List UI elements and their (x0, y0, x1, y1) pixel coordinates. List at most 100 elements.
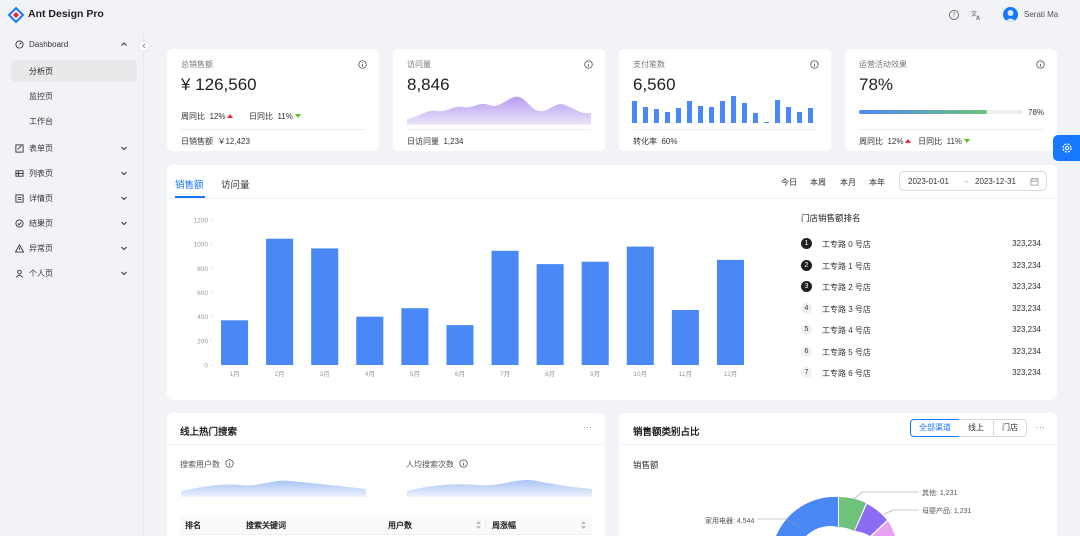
range-week[interactable]: 本周 (810, 177, 826, 188)
date-range-picker[interactable]: 2023-01-01 → 2023-12-31 (899, 171, 1047, 191)
bar[interactable] (581, 261, 609, 365)
info-icon[interactable] (1036, 60, 1045, 69)
ranking-title: 门店销售额排名 (801, 213, 861, 223)
bar[interactable] (626, 246, 654, 365)
more-icon[interactable]: ··· (1036, 422, 1045, 432)
sidebar-item-label: 表单页 (29, 143, 53, 153)
sidebar-item-analysis[interactable]: 分析页 (11, 60, 137, 82)
week-trend: 周同比 12% (181, 111, 234, 122)
brand-title[interactable]: Ant Design Pro (28, 8, 104, 20)
sales-bar-chart: 0 200 400 600 800 1000 1200 1月 2月 3月 4月 5月 6月 7月 8月 9月 1… (194, 218, 744, 378)
label-maternal: 母婴产品: 1,231 (922, 508, 972, 515)
svg-text:A: A (976, 15, 981, 21)
bar[interactable] (221, 320, 249, 365)
chevron-left-icon (142, 43, 146, 49)
info-icon[interactable] (459, 459, 468, 468)
sidebar-item-label: 异常页 (29, 243, 53, 253)
sidebar-item-profile[interactable]: 详情页 (11, 187, 137, 209)
user-name[interactable]: Serati Ma (1024, 10, 1058, 19)
metric-avg-label: 人均搜索次数 (406, 459, 468, 470)
rank-badge: 1 (801, 238, 812, 249)
divider (407, 129, 591, 130)
sidebar-item-dashboard[interactable]: Dashboard (11, 33, 137, 55)
bar[interactable] (716, 259, 744, 365)
info-icon[interactable] (225, 459, 234, 468)
sidebar-item-account[interactable]: 个人页 (11, 262, 137, 284)
stat-title: 总销售额 (181, 60, 213, 69)
trend-value: 11% (277, 112, 293, 121)
caret-up-icon (227, 114, 234, 118)
sidebar-item-list[interactable]: 列表页 (11, 162, 137, 184)
sidebar-item-monitor[interactable]: 监控页 (11, 85, 137, 107)
date-start[interactable]: 2023-01-01 (908, 177, 949, 186)
settings-drawer-button[interactable] (1053, 135, 1080, 161)
footer-label: 日访问量 (407, 137, 439, 146)
segment-all[interactable]: 全部渠道 (910, 419, 960, 437)
progress-fill (859, 110, 987, 114)
date-end[interactable]: 2023-12-31 (975, 177, 1016, 186)
info-icon[interactable] (358, 60, 367, 69)
bar[interactable] (446, 325, 474, 365)
check-circle-icon (14, 218, 24, 228)
trend-value: 12% (887, 137, 904, 146)
info-icon[interactable] (584, 60, 593, 69)
panel-title: 线上热门搜索 (180, 427, 238, 438)
bar[interactable] (356, 316, 384, 365)
ranking-item: 2 工专路 1 号店 323,234 (801, 259, 1041, 273)
table-icon (14, 168, 24, 178)
sidebar-item-label: Dashboard (29, 39, 69, 49)
metric-users-label: 搜索用户数 (180, 459, 234, 470)
profile-icon (14, 193, 24, 203)
more-icon[interactable]: ··· (583, 422, 592, 432)
hot-search-panel: 线上热门搜索 ··· 搜索用户数 人均搜索次数 排名 搜索关键词 用户数 周涨幅 (167, 413, 605, 536)
col-users[interactable]: 用户数 (388, 520, 412, 531)
chevron-down-icon (121, 246, 127, 251)
info-icon[interactable] (810, 60, 819, 69)
segment-online[interactable]: 线上 (959, 419, 994, 437)
divider (181, 129, 365, 130)
sort-icon[interactable] (475, 520, 482, 530)
payments-mini-bar-chart (632, 96, 813, 123)
x-tick-label: 7月 (500, 370, 510, 378)
segment-store[interactable]: 门店 (994, 419, 1027, 437)
calendar-icon (1030, 177, 1039, 186)
tab-sales[interactable]: 销售额 (175, 177, 204, 191)
bar[interactable] (536, 264, 564, 365)
trend-label: 日同比 (249, 112, 273, 121)
question-icon[interactable]: ? (948, 9, 960, 21)
range-month[interactable]: 本月 (840, 177, 856, 188)
col-range[interactable]: 周涨幅 (492, 520, 516, 531)
sidebar-item-exception[interactable]: 异常页 (11, 237, 137, 259)
user-avatar[interactable] (1003, 7, 1018, 22)
gear-icon (1061, 143, 1072, 153)
sales-panel: 销售额 访问量 今日 本周 本月 本年 2023-01-01 → 2023-12… (167, 165, 1057, 400)
stat-value: 8,846 (407, 75, 450, 94)
translate-icon[interactable]: 文 A (970, 9, 982, 21)
range-today[interactable]: 今日 (781, 177, 797, 188)
divider (859, 129, 1043, 130)
bar[interactable] (671, 310, 699, 365)
chevron-down-icon (121, 196, 127, 201)
range-year[interactable]: 本年 (869, 177, 885, 188)
sidebar-collapse-button[interactable] (138, 40, 150, 52)
bar[interactable] (266, 238, 294, 365)
sidebar-item-form[interactable]: 表单页 (11, 137, 137, 159)
ant-design-logo-icon[interactable] (8, 7, 24, 23)
store-name: 工专路 4 号店 (822, 326, 871, 335)
sort-icon[interactable] (580, 520, 587, 530)
x-tick-label: 5月 (410, 370, 420, 378)
store-name: 工专路 6 号店 (822, 369, 871, 378)
store-name: 工专路 2 号店 (822, 283, 871, 292)
svg-text:?: ? (952, 12, 955, 19)
store-amount: 323,234 (1012, 346, 1041, 356)
bar[interactable] (401, 308, 429, 365)
sidebar-item-result[interactable]: 结果页 (11, 212, 137, 234)
label-other: 其他: 1,231 (922, 490, 958, 497)
x-tick-label: 8月 (545, 370, 555, 378)
tab-visits[interactable]: 访问量 (221, 177, 250, 191)
bar[interactable] (311, 248, 339, 365)
bar[interactable] (491, 250, 519, 365)
divider (633, 129, 817, 130)
store-amount: 323,234 (1012, 239, 1041, 248)
sidebar-item-workplace[interactable]: 工作台 (11, 110, 137, 132)
